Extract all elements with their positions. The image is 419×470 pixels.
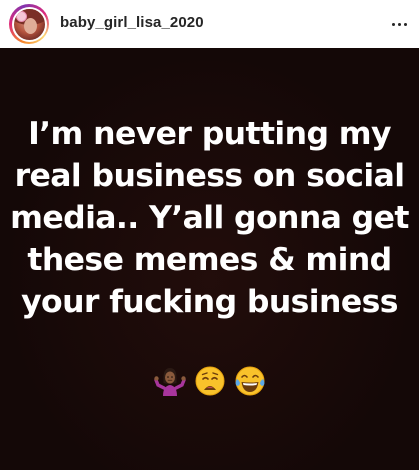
story-ring[interactable] [9,4,49,44]
weary-face-emoji [195,366,224,396]
meme-line: your fucking business [21,284,398,320]
meme-line: these memes & mind [27,242,392,278]
tears-of-joy-emoji [235,366,264,396]
meme-line: real business on social [14,158,405,194]
post-image[interactable]: I’m never putting my real business on so… [0,48,419,470]
meme-line: I’m never putting my [28,116,391,152]
meme-text: I’m never putting my real business on so… [0,113,419,323]
avatar[interactable] [13,8,45,40]
username-link[interactable]: baby_girl_lisa_2020 [60,14,204,31]
more-options-button[interactable] [387,12,411,36]
post-header: baby_girl_lisa_2020 [0,0,419,48]
emoji-row [0,363,419,399]
more-options-icon [391,22,395,26]
instagram-post: baby_girl_lisa_2020 I’m never putting my… [0,0,419,470]
meme-line: media.. Y’all gonna get [10,200,409,236]
shrugging-woman-emoji [153,368,186,396]
